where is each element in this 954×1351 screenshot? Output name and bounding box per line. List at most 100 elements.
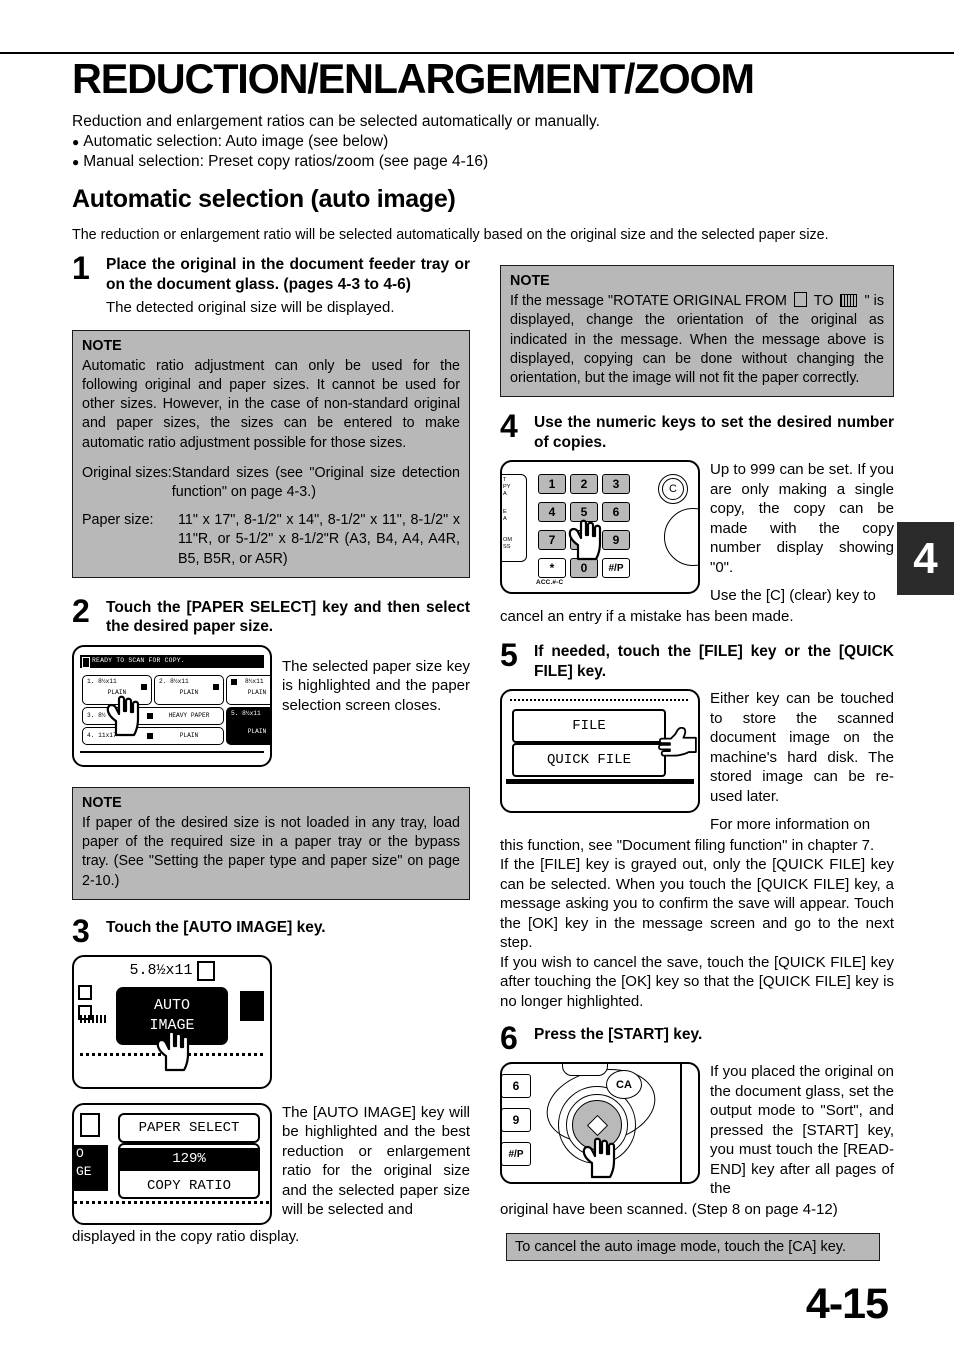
tray-key-1[interactable]: 1. 8½x11 PLAIN <box>82 674 152 705</box>
tray-key-2-type: PLAIN <box>179 688 199 696</box>
file-key-label: FILE <box>572 718 606 735</box>
step-5: 5 If needed, touch the [FILE] key or the… <box>500 639 894 681</box>
strip-label-6: SS <box>503 544 511 551</box>
tray-key-4-type: PLAIN <box>179 731 199 739</box>
key-hash-p[interactable]: #/P <box>502 1142 531 1167</box>
step-3-number: 3 <box>72 912 90 949</box>
tray-key-4[interactable]: 4. 11x17 PLAIN <box>82 726 224 745</box>
key-3-label: 3 <box>612 477 620 492</box>
tray-key-3[interactable]: 3. 8½ HEAVY PAPER <box>82 706 224 725</box>
lcd-divider <box>80 751 264 753</box>
strip-label-3: E <box>503 509 507 516</box>
step-4-side-text: Up to 999 can be set. If you are only ma… <box>710 460 894 606</box>
document-page: REDUCTION/ENLARGEMENT/ZOOM Reduction and… <box>0 0 954 1351</box>
start-key[interactable] <box>572 1100 622 1151</box>
note-1-row2-key: Paper size: <box>82 512 154 529</box>
tray-key-3-type: HEAVY PAPER <box>168 711 210 719</box>
step-5-para3: If you wish to cancel the save, touch th… <box>500 953 894 1010</box>
note-box-3: NOTE If the message "ROTATE ORIGINAL FRO… <box>500 265 894 398</box>
key-9[interactable]: 9 <box>602 530 630 551</box>
key-8[interactable]: 8 <box>570 530 598 551</box>
copy-ratio-screen[interactable]: O GE PAPER SELECT 129% COPY RATIO <box>72 1102 272 1225</box>
note-label: NOTE <box>82 337 122 354</box>
tray-key-2[interactable]: 2. 8½x11 PLAIN <box>154 674 224 705</box>
keypad-left-strip: T PY A E A OM SS <box>502 474 527 563</box>
auto-image-screen[interactable]: 5.8½x11 AUTO IMAGE <box>72 954 272 1089</box>
strip-label-4: A <box>503 516 507 523</box>
bullet-icon: ● <box>72 155 80 169</box>
step-1: 1 Place the original in the document fee… <box>72 252 470 294</box>
auto-image-partial-line2: GE <box>76 1163 92 1179</box>
auto-image-key-line1: AUTO <box>153 996 190 1014</box>
key-6-label: 6 <box>512 1079 520 1094</box>
ca-key-label: CA <box>616 1078 632 1091</box>
auto-image-key[interactable]: AUTO IMAGE <box>116 986 228 1045</box>
tray-key-5-label: 5. 8½x11 <box>231 709 261 717</box>
copy-ratio-value: 129% <box>120 1147 258 1171</box>
landscape-document-icon <box>840 294 858 308</box>
paper-select-screen[interactable]: READY TO SCAN FOR COPY. 1. 8½x11 PLAIN 2… <box>72 644 272 767</box>
file-key[interactable]: FILE <box>512 709 669 747</box>
start-key-panel[interactable]: 6 9 #/P CA <box>500 1062 700 1185</box>
key-4[interactable]: 4 <box>538 502 566 523</box>
step-6-side-text: If you placed the original on the docume… <box>710 1063 894 1198</box>
portrait-document-icon <box>793 292 807 308</box>
note-3-body: If the message "ROTATE ORIGINAL FROM TO … <box>510 292 884 388</box>
note-2-body: If paper of the desired size is not load… <box>82 814 460 889</box>
step-6-title: Press the [START] key. <box>534 1026 703 1044</box>
ca-key[interactable]: CA <box>606 1070 642 1100</box>
tray-key-1-label: 1. 8½x11 <box>87 677 117 685</box>
key-6-label: 6 <box>612 505 620 520</box>
numeric-keypad-panel[interactable]: T PY A E A OM SS 1 2 3 4 5 6 7 8 9 * 0 #… <box>500 460 700 595</box>
bypass-icon <box>231 678 237 685</box>
lcd-status-bar: READY TO SCAN FOR COPY. <box>80 654 264 668</box>
step-5-side-text-b: For more information on <box>710 816 871 834</box>
key-5[interactable]: 5 <box>570 502 598 523</box>
auto-image-key-line2: IMAGE <box>149 1016 195 1034</box>
acc-label: ACC.#-C <box>536 579 564 587</box>
key-0[interactable]: 0 <box>570 558 598 579</box>
copy-ratio-label: COPY RATIO <box>146 1177 231 1194</box>
strip-label-5: OM <box>503 537 513 544</box>
lcd-solid-divider <box>506 779 694 785</box>
clear-key[interactable]: C <box>658 474 688 505</box>
tray-key-1-type: PLAIN <box>107 688 127 696</box>
page-number: 4-15 <box>805 1280 889 1328</box>
key-0-label: 0 <box>580 561 588 576</box>
paper-select-key[interactable]: PAPER SELECT <box>118 1112 260 1143</box>
key-7[interactable]: 7 <box>538 530 566 551</box>
copy-ratio-key[interactable]: 129% COPY RATIO <box>118 1142 260 1199</box>
step-5-side-text: Either key can be touched to store the s… <box>710 689 894 835</box>
original-size-text: 5.8½x11 <box>129 962 193 980</box>
strip-label-0: T <box>503 477 507 484</box>
bypass-key[interactable]: 8½x11 PLAIN <box>226 674 270 705</box>
clear-key-label: C <box>669 483 677 496</box>
step-2-title: Touch the [PAPER SELECT] key and then se… <box>106 598 470 636</box>
key-6[interactable]: 6 <box>502 1074 531 1099</box>
strip-label-1: PY <box>503 484 511 491</box>
step-2: 2 Touch the [PAPER SELECT] key and then … <box>72 595 470 637</box>
step-6-number: 6 <box>500 1020 518 1057</box>
step-6-tail-text: original have been scanned. (Step 8 on p… <box>500 1200 838 1218</box>
left-indicator-group <box>78 984 92 1020</box>
quick-file-key[interactable]: QUICK FILE <box>512 743 669 781</box>
tray-key-5-selected[interactable]: 5. 8½x11 PLAIN <box>226 706 270 745</box>
key-1[interactable]: 1 <box>538 474 566 495</box>
key-2[interactable]: 2 <box>570 474 598 495</box>
note-1-body: Automatic ratio adjustment can only be u… <box>82 357 460 451</box>
paper-select-key-label: PAPER SELECT <box>138 1119 240 1136</box>
file-keys-screen[interactable]: FILE QUICK FILE <box>500 689 700 814</box>
step-3-side-text-tail: displayed in the copy ratio display. <box>72 1227 300 1245</box>
intro-block: Reduction and enlargement ratios can be … <box>72 112 892 172</box>
key-asterisk[interactable]: * <box>538 558 566 579</box>
key-9[interactable]: 9 <box>502 1108 531 1133</box>
key-3[interactable]: 3 <box>602 474 630 495</box>
key-1-label: 1 <box>548 477 556 492</box>
tray-icon <box>147 732 153 739</box>
right-column: NOTE If the message "ROTATE ORIGINAL FRO… <box>500 265 894 1219</box>
key-asterisk-label: * <box>549 561 555 576</box>
key-6[interactable]: 6 <box>602 502 630 523</box>
tray-key-3-label: 3. 8½ <box>87 711 106 719</box>
key-hash-p[interactable]: #/P <box>602 558 630 579</box>
intro-bullet-0: ● Automatic selection: Auto image (see b… <box>72 132 892 152</box>
